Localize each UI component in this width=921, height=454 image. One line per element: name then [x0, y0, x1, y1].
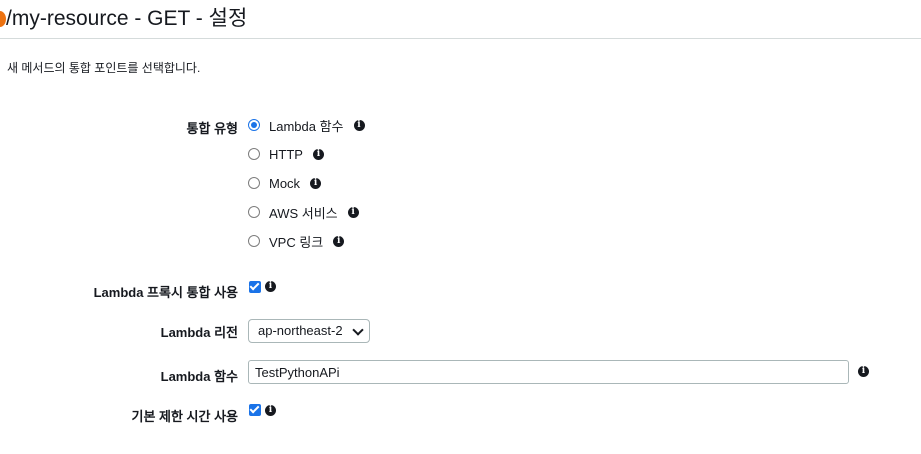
radio-option-aws-service[interactable]: AWS 서비스 i — [248, 203, 359, 221]
lambda-region-label: Lambda 리전 — [160, 325, 238, 340]
radio-option-vpc-link[interactable]: VPC 링크 i — [248, 232, 345, 251]
info-icon[interactable]: i — [265, 281, 276, 292]
radio-mock[interactable] — [248, 177, 260, 189]
radio-vpc-link[interactable] — [248, 235, 260, 247]
default-timeout-checkbox[interactable] — [249, 404, 261, 416]
lambda-region-select[interactable]: ap-northeast-2 — [248, 319, 370, 343]
radio-lambda[interactable] — [248, 119, 260, 131]
integration-type-label: 통합 유형 — [186, 121, 238, 136]
info-icon[interactable]: i — [858, 366, 869, 377]
lambda-function-label: Lambda 함수 — [160, 369, 238, 384]
radio-mock-label[interactable]: Mock — [269, 176, 300, 191]
radio-aws-service[interactable] — [248, 206, 260, 218]
radio-aws-service-label[interactable]: AWS 서비스 — [269, 203, 338, 222]
page-header: /my-resource - GET - 설정 — [0, 0, 921, 39]
radio-option-http[interactable]: HTTP i — [248, 145, 324, 163]
info-icon[interactable]: i — [312, 148, 324, 160]
default-timeout-label: 기본 제한 시간 사용 — [131, 409, 238, 424]
lambda-proxy-label: Lambda 프록시 통합 사용 — [93, 285, 238, 300]
radio-option-mock[interactable]: Mock i — [248, 174, 322, 192]
integration-setup-page: /my-resource - GET - 설정 새 메서드의 통합 포인트를 선… — [0, 0, 921, 454]
radio-vpc-link-label[interactable]: VPC 링크 — [269, 232, 323, 251]
radio-http[interactable] — [248, 148, 260, 160]
radio-http-label[interactable]: HTTP — [269, 147, 303, 162]
radio-option-lambda[interactable]: Lambda 함수 i — [248, 116, 365, 134]
info-icon[interactable]: i — [265, 405, 276, 416]
info-icon[interactable]: i — [347, 206, 359, 218]
page-title: /my-resource - GET - 설정 — [6, 7, 248, 30]
info-icon[interactable]: i — [333, 235, 345, 247]
lambda-region-value: ap-northeast-2 — [258, 323, 343, 338]
lambda-proxy-checkbox[interactable] — [249, 281, 261, 293]
chevron-down-icon — [352, 324, 364, 336]
page-description: 새 메서드의 통합 포인트를 선택합니다. — [7, 61, 201, 75]
info-icon[interactable]: i — [310, 177, 322, 189]
info-icon[interactable]: i — [353, 119, 365, 131]
lambda-function-input[interactable] — [248, 360, 849, 384]
radio-lambda-label[interactable]: Lambda 함수 — [269, 116, 344, 135]
